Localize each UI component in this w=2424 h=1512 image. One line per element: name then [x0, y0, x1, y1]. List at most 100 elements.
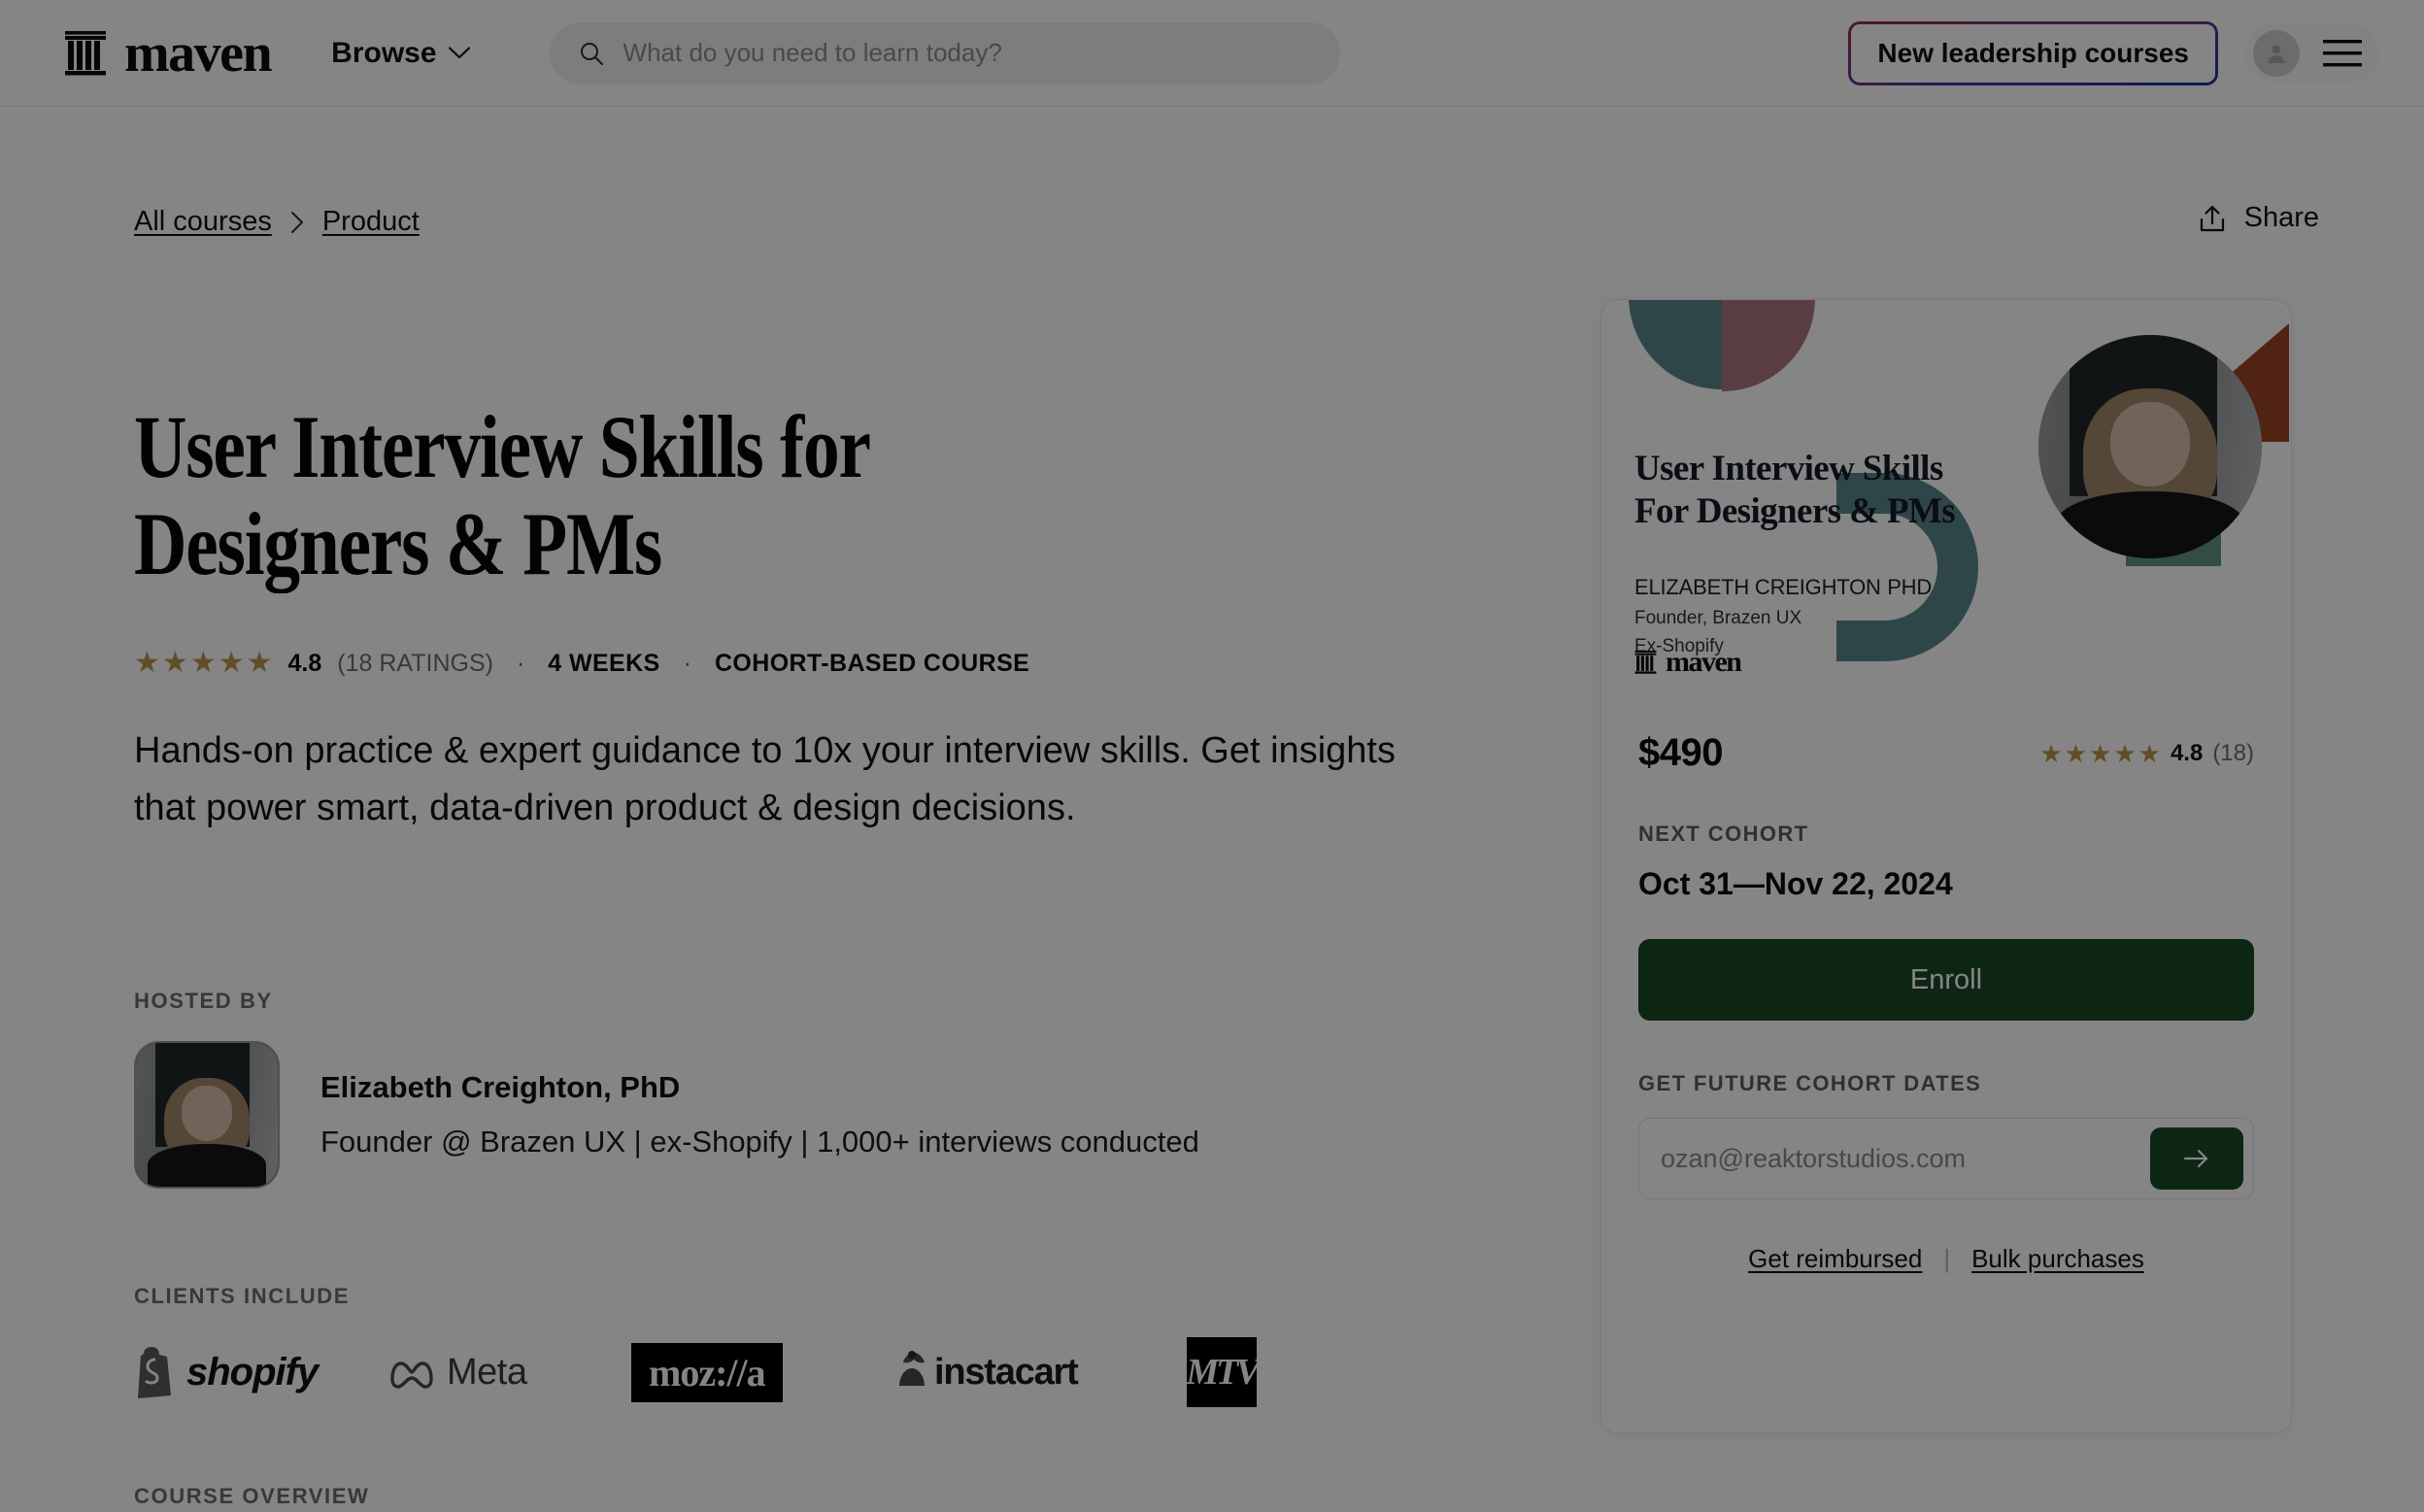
page-root: maven Browse What do you need to learn t… [0, 0, 2424, 1512]
meta-separator: · [516, 649, 525, 677]
host-bio: Founder @ Brazen UX | ex-Shopify | 1,000… [320, 1125, 1199, 1159]
email-signup-row [1638, 1118, 2254, 1199]
star-icon: ★ [2113, 738, 2137, 768]
browse-label: Browse [331, 36, 437, 69]
instacart-wordmark: instacart [934, 1351, 1079, 1393]
course-description: Hands-on practice & expert guidance to 1… [134, 730, 1396, 828]
course-duration: 4 WEEKS [548, 649, 660, 677]
chevron-down-icon [448, 47, 470, 59]
thumbnail-maven-logo: maven [1634, 646, 1742, 678]
browse-menu[interactable]: Browse [331, 36, 470, 70]
new-leadership-courses-button[interactable]: New leadership courses [1848, 20, 2218, 85]
thumbnail-host-name-text: ELIZABETH CREIGHTON [1634, 575, 1881, 599]
breadcrumb-item-product[interactable]: Product [322, 206, 420, 238]
rating-value: 4.8 [287, 649, 322, 677]
enrollment-card: User Interview Skills For Designers & PM… [1600, 299, 2292, 1433]
share-upload-icon [2200, 205, 2224, 231]
promo-button-label: New leadership courses [1877, 37, 2189, 68]
teal-halfcircle-shape [1629, 300, 1722, 389]
card-body: $490 ★ ★ ★ ★ ★ 4.8 (18) NEXT COHORT Oct … [1601, 731, 2291, 1274]
future-cohort-dates-label: GET FUTURE COHORT DATES [1638, 1071, 1982, 1095]
course-thumbnail: User Interview Skills For Designers & PM… [1601, 300, 2291, 690]
thumbnail-brand-wordmark: maven [1666, 646, 1742, 678]
hosted-by-label: HOSTED BY [134, 989, 273, 1013]
breadcrumb-item-all-courses[interactable]: All courses [134, 206, 272, 238]
thumbnail-portrait-image [2038, 335, 2262, 558]
rating-count: (18 RATINGS) [337, 649, 493, 677]
thumbnail-host-name: ELIZABETH CREIGHTON PHD [1634, 574, 1932, 601]
clients-include-label: CLIENTS INCLUDE [134, 1284, 350, 1308]
email-input[interactable] [1661, 1143, 2150, 1174]
meta-wordmark: Meta [447, 1351, 527, 1393]
star-icon: ★ [218, 647, 245, 679]
star-icon: ★ [2039, 738, 2063, 768]
course-price: $490 [1638, 731, 1723, 774]
star-icon: ★ [161, 647, 188, 679]
price-rating-row: $490 ★ ★ ★ ★ ★ 4.8 (18) [1638, 731, 2254, 775]
thumbnail-title-line2: For Designers & PMs [1634, 490, 1956, 531]
thumbnail-title: User Interview Skills For Designers & PM… [1634, 448, 1956, 532]
bulk-purchases-link[interactable]: Bulk purchases [1971, 1244, 2144, 1274]
share-button[interactable]: Share [2198, 202, 2319, 234]
share-label: Share [2243, 202, 2319, 233]
enroll-button[interactable]: Enroll [1638, 939, 2254, 1021]
enroll-button-label: Enroll [1909, 963, 1983, 995]
card-rating-stars: ★ ★ ★ ★ ★ [2039, 741, 2161, 766]
client-logo-mtv: MTV [1186, 1328, 1303, 1416]
mtv-logo-box: MTV [1186, 1337, 1261, 1407]
card-rating-value: 4.8 [2170, 739, 2204, 766]
client-logo-list: shopify Meta moz://a instacart MTV [134, 1328, 1303, 1416]
card-rating-count: (18) [2212, 739, 2254, 766]
person-icon [2268, 45, 2285, 63]
hamburger-menu-icon[interactable] [2321, 37, 2364, 70]
page-title: User Interview Skills for Designers & PM… [134, 397, 870, 594]
rating-stars: ★ ★ ★ ★ ★ [134, 649, 273, 678]
star-icon: ★ [2138, 738, 2161, 768]
thumbnail-host-degree: PHD [1887, 575, 1933, 599]
host-block: Elizabeth Creighton, PhD Founder @ Braze… [134, 1041, 1199, 1189]
client-logo-meta: Meta [387, 1328, 631, 1416]
pillar-icon [1634, 651, 1657, 674]
account-menu-group[interactable] [2245, 23, 2379, 83]
maven-logo[interactable]: maven [64, 22, 273, 84]
shopify-wordmark: shopify [186, 1350, 319, 1394]
brand-wordmark: maven [124, 22, 273, 84]
search-bar[interactable]: What do you need to learn today? [549, 21, 1340, 84]
thumbnail-host-photo [2038, 335, 2262, 558]
mtv-wordmark: MTV [1186, 1352, 1260, 1393]
host-avatar [134, 1041, 280, 1189]
client-logo-shopify: shopify [134, 1328, 387, 1416]
mozilla-wordmark: moz://a [631, 1342, 783, 1402]
card-footer-links: Get reimbursed | Bulk purchases [1638, 1244, 2254, 1274]
thumbnail-host-role: Founder, Brazen UX [1634, 608, 1802, 628]
course-meta: ★ ★ ★ ★ ★ 4.8 (18 RATINGS) · 4 WEEKS · C… [134, 649, 1029, 678]
next-cohort-dates: Oct 31—Nov 22, 2024 [1638, 866, 1953, 901]
client-logo-mozilla: moz://a [631, 1328, 895, 1416]
get-reimbursed-link[interactable]: Get reimbursed [1748, 1244, 1922, 1274]
email-submit-button[interactable] [2150, 1127, 2243, 1190]
host-name: Elizabeth Creighton, PhD [320, 1070, 681, 1104]
host-text: Elizabeth Creighton, PhD Founder @ Braze… [320, 1070, 1199, 1159]
star-icon: ★ [189, 647, 217, 679]
host-portrait-image [136, 1043, 278, 1187]
card-rating: ★ ★ ★ ★ ★ 4.8 (18) [2039, 740, 2254, 767]
course-overview-label: COURSE OVERVIEW [134, 1484, 370, 1508]
header-actions: New leadership courses [1848, 20, 2379, 85]
thumbnail-title-line1: User Interview Skills [1634, 449, 1943, 488]
meta-separator: · [683, 649, 691, 677]
avatar[interactable] [2253, 29, 2300, 77]
next-cohort-label: NEXT COHORT [1638, 822, 1809, 846]
meta-infinity-icon [390, 1361, 433, 1389]
link-separator: | [1943, 1244, 1951, 1273]
shopify-bag-icon [138, 1347, 171, 1398]
star-icon: ★ [246, 647, 273, 679]
chevron-right-icon [290, 211, 303, 233]
pillar-icon [65, 30, 106, 75]
client-logo-instacart: instacart [895, 1328, 1187, 1416]
search-placeholder: What do you need to learn today? [623, 38, 1002, 67]
search-icon [580, 42, 603, 65]
star-icon: ★ [134, 647, 160, 679]
site-header: maven Browse What do you need to learn t… [0, 0, 2424, 107]
star-icon: ★ [2064, 738, 2087, 768]
breadcrumb: All courses Product [134, 206, 420, 238]
